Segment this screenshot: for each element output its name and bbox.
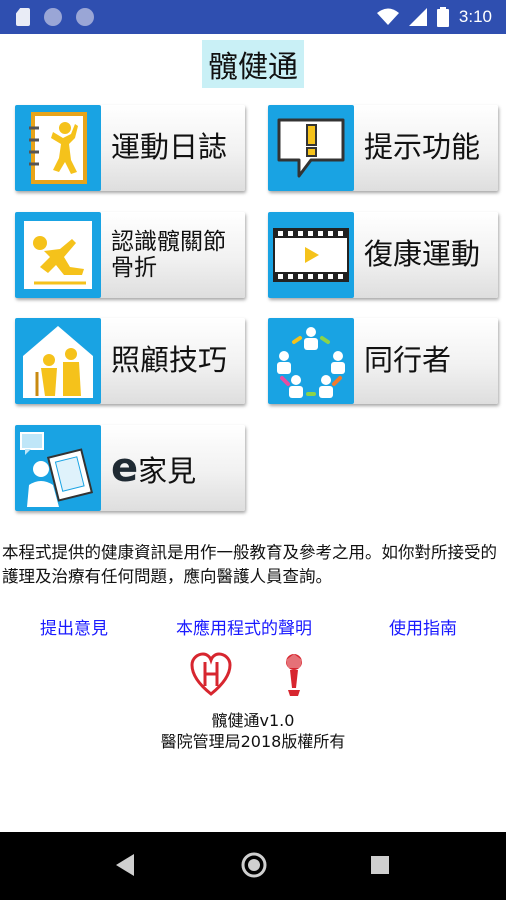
hip-fracture-knowledge-label: 認識髖關節 骨折 <box>101 229 226 282</box>
rehab-exercise-label: 復康運動 <box>364 237 481 272</box>
page-title: 髖健通 <box>202 40 304 88</box>
family-text: 家見 <box>138 454 197 488</box>
e-family-button[interactable]: e家見 <box>15 425 245 511</box>
app-statement-link[interactable]: 本應用程式的聲明 <box>176 614 312 639</box>
caregiver-house-icon <box>15 318 101 404</box>
wifi-icon <box>376 8 399 25</box>
signal-icon <box>408 8 427 26</box>
navigation-bar <box>0 832 506 900</box>
hong-kong-emblem-icon <box>286 654 302 696</box>
recent-apps-icon[interactable] <box>370 855 390 875</box>
falling-person-icon <box>15 212 101 298</box>
feedback-link[interactable]: 提出意見 <box>40 614 108 639</box>
peer-group-icon <box>268 318 354 404</box>
e-family-label: e家見 <box>101 445 196 491</box>
e-prefix: e <box>111 445 139 491</box>
video-film-icon <box>268 212 354 298</box>
user-guide-link[interactable]: 使用指南 <box>389 614 457 639</box>
care-skills-label: 照顧技巧 <box>111 343 228 378</box>
copyright-text: 醫院管理局2018版權所有 <box>160 732 346 751</box>
knowledge-line1: 認識髖關節 <box>111 228 226 255</box>
sd-card-icon <box>16 8 30 26</box>
notification-dot-icon <box>44 8 62 26</box>
reminder-button[interactable]: 提示功能 <box>268 105 498 191</box>
knowledge-line2: 骨折 <box>111 255 157 281</box>
reminder-icon <box>268 105 354 191</box>
back-icon[interactable] <box>112 852 136 878</box>
hip-fracture-knowledge-button[interactable]: 認識髖關節 骨折 <box>15 212 245 298</box>
care-skills-button[interactable]: 照顧技巧 <box>15 318 245 404</box>
exercise-diary-icon <box>15 105 101 191</box>
rehab-exercise-button[interactable]: 復康運動 <box>268 212 498 298</box>
notification-dot-icon <box>76 8 94 26</box>
clock: 3:10 <box>458 7 492 26</box>
hospital-authority-logo-icon <box>190 652 232 696</box>
disclaimer-text: 本程式提供的健康資訊是用作一般教育及參考之用。如你對所接受的護理及治療有任何問題… <box>2 543 497 586</box>
tablet-user-icon <box>15 425 101 511</box>
status-bar: 3:10 <box>0 0 506 34</box>
battery-icon <box>436 7 449 27</box>
peers-button[interactable]: 同行者 <box>268 318 498 404</box>
home-icon[interactable] <box>240 851 268 879</box>
peers-label: 同行者 <box>364 343 452 378</box>
reminder-label: 提示功能 <box>364 130 481 165</box>
exercise-diary-label: 運動日誌 <box>111 130 228 165</box>
exercise-diary-button[interactable]: 運動日誌 <box>15 105 245 191</box>
